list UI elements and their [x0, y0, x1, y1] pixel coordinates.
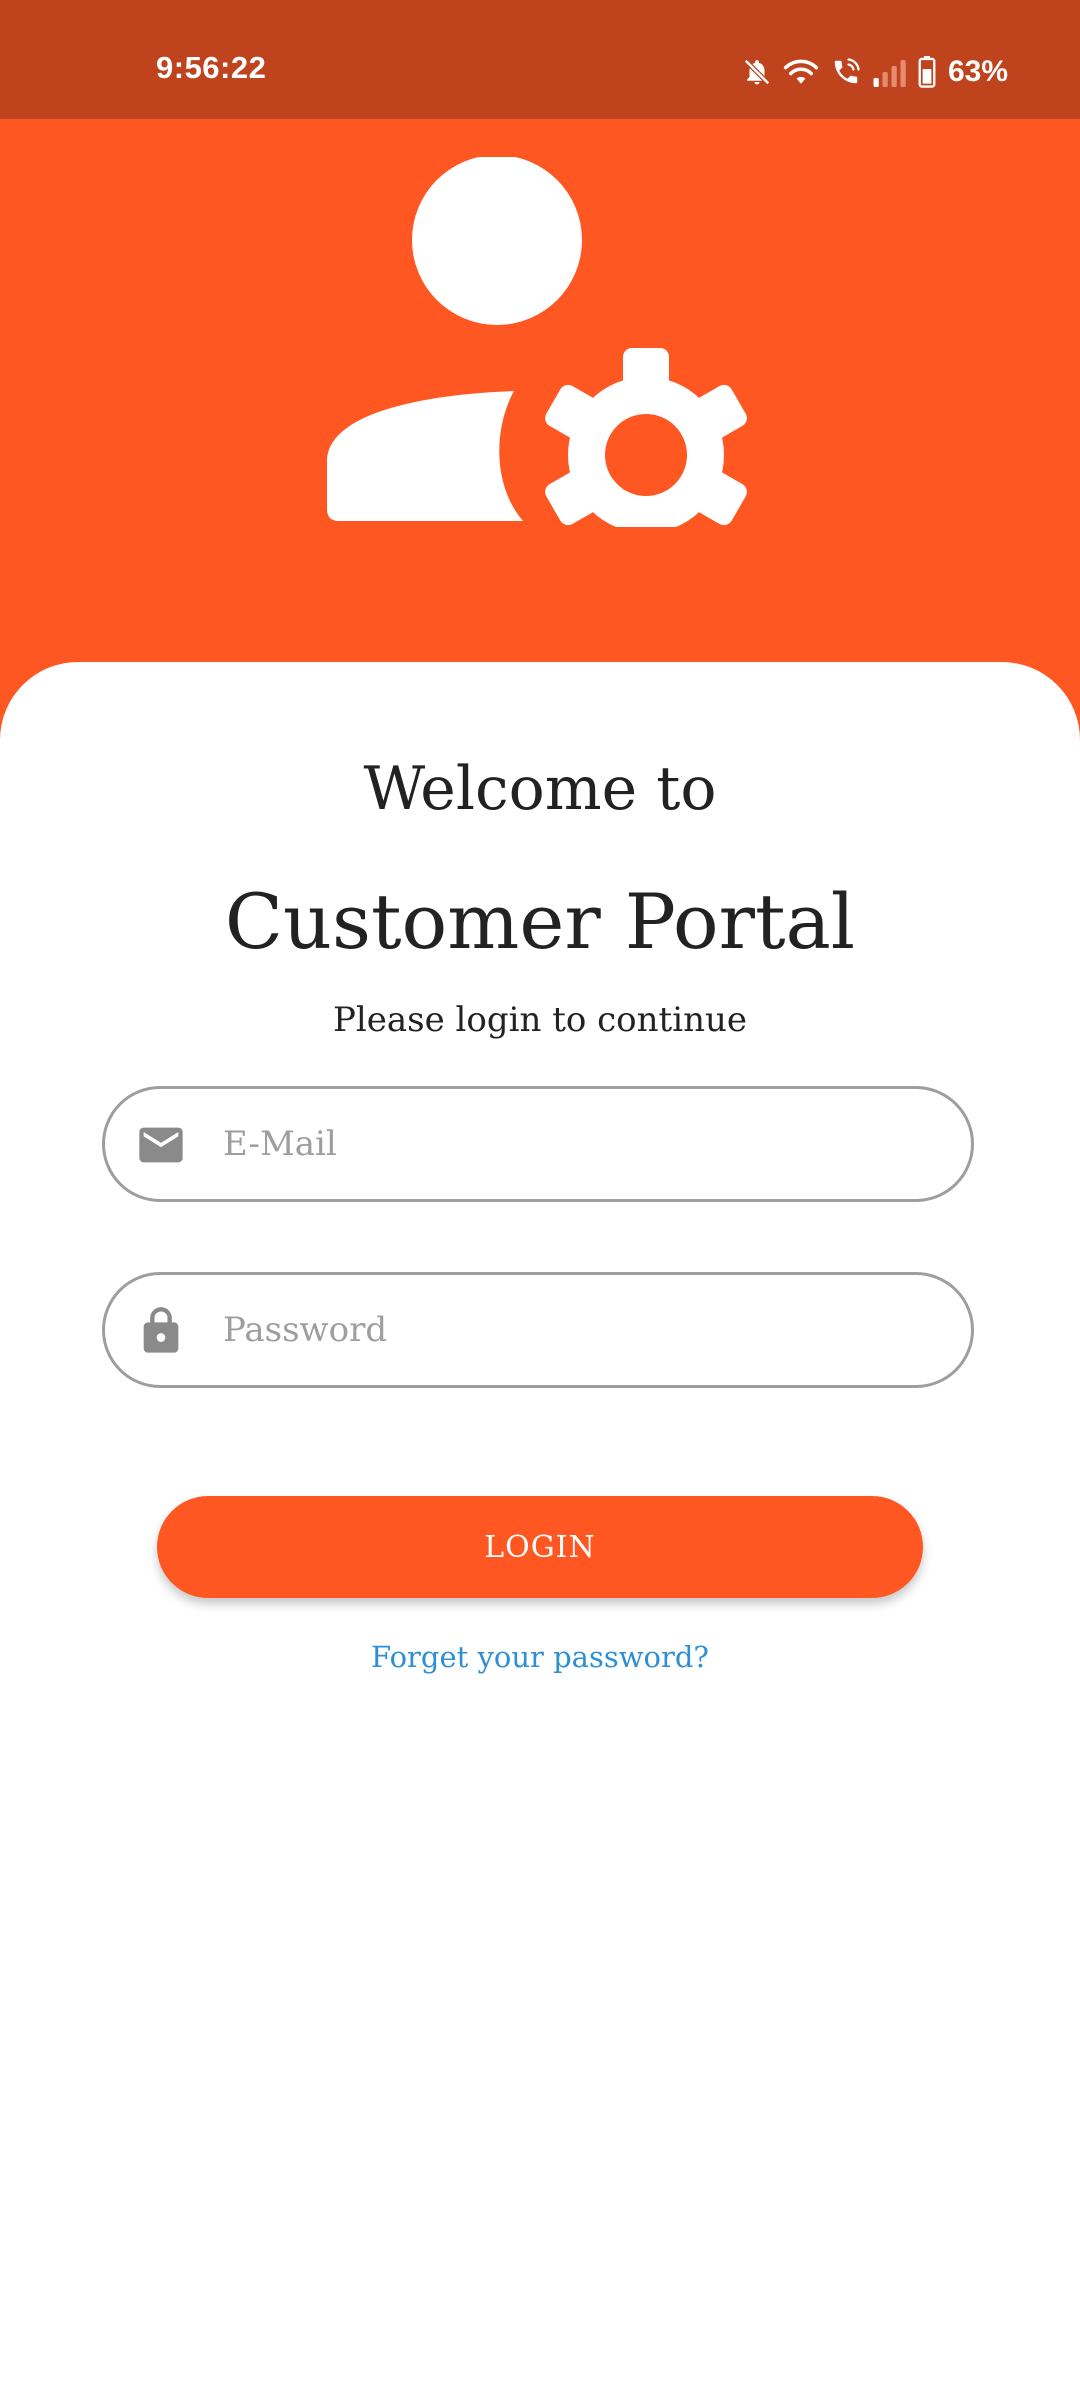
login-card: Welcome to Customer Portal Please login …	[0, 662, 1080, 2400]
bell-off-icon	[743, 58, 770, 86]
email-field[interactable]	[102, 1086, 974, 1202]
lock-icon	[143, 1307, 179, 1353]
status-icons: 63%	[742, 50, 1008, 94]
battery-icon	[918, 56, 936, 88]
battery-percentage: 63%	[947, 55, 1008, 88]
wifi-calling-icon	[834, 58, 860, 84]
password-input[interactable]	[223, 1275, 943, 1385]
wifi-icon	[783, 59, 819, 84]
signal-icon	[873, 60, 906, 87]
mail-icon	[139, 1127, 183, 1163]
app-title: Customer Portal	[224, 877, 856, 966]
login-subtitle: Please login to continue	[332, 1000, 747, 1040]
forgot-password-link[interactable]: Forget your password?	[0, 1640, 1080, 1674]
status-bar: 9:56:22 63%	[0, 0, 1080, 119]
login-button[interactable]: LOGIN	[157, 1496, 923, 1598]
password-field[interactable]	[102, 1272, 974, 1388]
user-settings-icon	[327, 157, 747, 527]
status-time: 9:56:22	[156, 50, 267, 85]
email-input[interactable]	[223, 1089, 943, 1199]
welcome-text: Welcome to	[363, 754, 717, 824]
header-banner	[0, 119, 1080, 679]
